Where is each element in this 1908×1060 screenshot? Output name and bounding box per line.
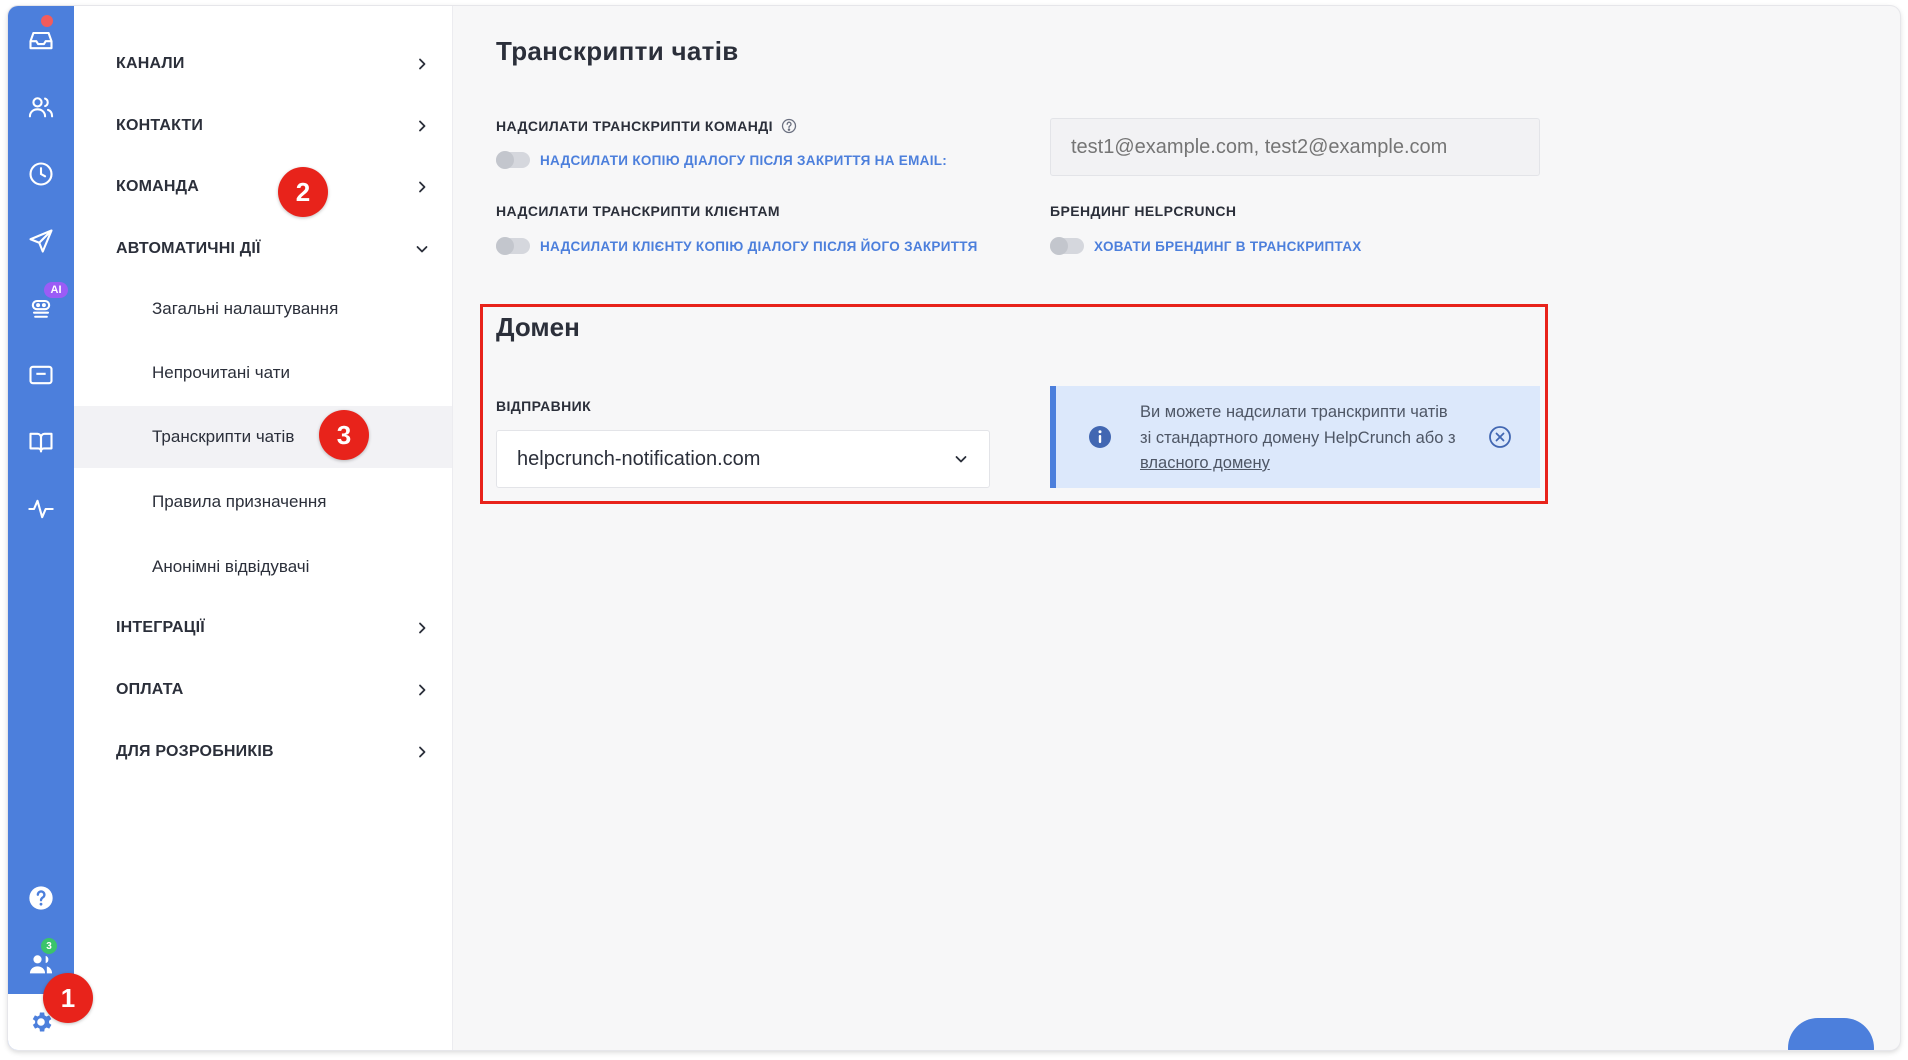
branding-toggle-label: ХОВАТИ БРЕНДИНГ В ТРАНСКРИПТАХ xyxy=(1094,238,1362,254)
team-icon xyxy=(29,955,53,974)
submenu-general[interactable]: Загальні налаштування xyxy=(74,278,452,340)
menu-label: ОПЛАТА xyxy=(116,681,184,698)
client-transcripts-toggle[interactable] xyxy=(496,237,530,255)
window-icon xyxy=(29,365,53,385)
inbox-icon xyxy=(29,31,53,50)
rail-knowledge-base[interactable] xyxy=(8,414,74,470)
menu-team[interactable]: КОМАНДА xyxy=(74,157,452,217)
step-marker-3: 3 xyxy=(319,410,369,460)
online-count-badge: 3 xyxy=(41,938,57,954)
menu-label: КОНТАКТИ xyxy=(116,117,204,134)
rail-campaigns[interactable] xyxy=(8,213,74,269)
menu-billing[interactable]: ОПЛАТА xyxy=(74,660,452,720)
menu-label: ІНТЕГРАЦІЇ xyxy=(116,619,205,636)
chevron-down-icon xyxy=(416,246,428,253)
settings-menu: КАНАЛИ КОНТАКТИ КОМАНДА АВТОМАТИЧНІ ДІЇ … xyxy=(74,6,453,1050)
team-transcripts-label-text: НАДСИЛАТИ ТРАНСКРИПТИ КОМАНДІ xyxy=(496,118,773,134)
team-emails-input[interactable] xyxy=(1050,118,1540,176)
menu-developers[interactable]: ДЛЯ РОЗРОБНИКІВ xyxy=(74,722,452,782)
rail-popups[interactable] xyxy=(8,347,74,403)
menu-label: КАНАЛИ xyxy=(116,55,185,72)
notification-dot xyxy=(41,15,53,27)
chevron-right-icon xyxy=(419,181,426,193)
clock-icon xyxy=(29,162,53,186)
client-transcripts-toggle-row: НАДСИЛАТИ КЛІЄНТУ КОПІЮ ДІАЛОГУ ПІСЛЯ ЙО… xyxy=(496,237,978,255)
menu-label: АВТОМАТИЧНІ ДІЇ xyxy=(116,240,261,257)
chevron-right-icon xyxy=(419,120,426,132)
chevron-right-icon xyxy=(419,746,426,758)
menu-automation[interactable]: АВТОМАТИЧНІ ДІЇ xyxy=(74,219,452,279)
client-transcripts-label: НАДСИЛАТИ ТРАНСКРИПТИ КЛІЄНТАМ xyxy=(496,203,780,219)
menu-contacts[interactable]: КОНТАКТИ xyxy=(74,96,452,156)
submenu-label: Анонімні відвідувачі xyxy=(152,557,310,576)
app-window: AI 3 КАНАЛИ КОНТАКТИ КОМАНДА АВТОМАТИЧНІ… xyxy=(8,6,1900,1050)
rail-activity[interactable] xyxy=(8,481,74,537)
rail-inbox[interactable] xyxy=(8,12,74,68)
submenu-label: Непрочитані чати xyxy=(152,363,290,382)
team-transcripts-toggle[interactable] xyxy=(496,151,530,169)
book-icon xyxy=(29,432,53,453)
team-transcripts-label: НАДСИЛАТИ ТРАНСКРИПТИ КОМАНДІ xyxy=(496,118,797,134)
menu-channels[interactable]: КАНАЛИ xyxy=(74,34,452,94)
chevron-right-icon xyxy=(419,684,426,696)
menu-label: КОМАНДА xyxy=(116,178,200,195)
chevron-right-icon xyxy=(419,58,426,70)
step-marker-2: 2 xyxy=(278,167,328,217)
branding-toggle-row: ХОВАТИ БРЕНДИНГ В ТРАНСКРИПТАХ xyxy=(1050,237,1362,255)
send-icon xyxy=(29,229,53,253)
help-icon xyxy=(29,886,53,910)
question-circle-icon[interactable] xyxy=(781,118,797,134)
submenu-transcripts[interactable]: Транскрипти чатів xyxy=(74,406,452,468)
rail-ai-bot[interactable]: AI xyxy=(8,280,74,336)
team-transcripts-toggle-label: НАДСИЛАТИ КОПІЮ ДІАЛОГУ ПІСЛЯ ЗАКРИТТЯ Н… xyxy=(540,152,948,168)
ai-badge: AI xyxy=(44,282,68,298)
menu-label: ДЛЯ РОЗРОБНИКІВ xyxy=(116,743,274,760)
rail-history[interactable] xyxy=(8,146,74,202)
client-transcripts-toggle-label: НАДСИЛАТИ КЛІЄНТУ КОПІЮ ДІАЛОГУ ПІСЛЯ ЙО… xyxy=(540,238,978,254)
page-title: Транскрипти чатів xyxy=(496,36,739,66)
main-content: Транскрипти чатів НАДСИЛАТИ ТРАНСКРИПТИ … xyxy=(452,6,1900,1050)
submenu-label: Правила призначення xyxy=(152,492,327,511)
rail-help[interactable] xyxy=(8,870,74,926)
submenu-anonymous[interactable]: Анонімні відвідувачі xyxy=(74,536,452,598)
menu-integrations[interactable]: ІНТЕГРАЦІЇ xyxy=(74,598,452,658)
icon-rail: AI 3 xyxy=(8,6,74,1050)
submenu-label: Загальні налаштування xyxy=(152,299,339,318)
chevron-right-icon xyxy=(419,622,426,634)
client-transcripts-label-text: НАДСИЛАТИ ТРАНСКРИПТИ КЛІЄНТАМ xyxy=(496,203,780,219)
submenu-assignment[interactable]: Правила призначення xyxy=(74,471,452,533)
domain-highlight-box xyxy=(480,304,1548,504)
submenu-unread[interactable]: Непрочитані чати xyxy=(74,342,452,404)
rail-contacts[interactable] xyxy=(8,79,74,135)
submenu-label: Транскрипти чатів xyxy=(152,427,295,446)
branding-label: БРЕНДИНГ HELPCRUNCH xyxy=(1050,203,1236,219)
team-transcripts-toggle-row: НАДСИЛАТИ КОПІЮ ДІАЛОГУ ПІСЛЯ ЗАКРИТТЯ Н… xyxy=(496,151,948,169)
users-icon xyxy=(28,97,54,118)
chat-widget-button[interactable] xyxy=(1788,1018,1874,1050)
pulse-icon xyxy=(28,499,54,519)
branding-toggle[interactable] xyxy=(1050,237,1084,255)
bot-icon xyxy=(31,299,51,318)
branding-label-text: БРЕНДИНГ HELPCRUNCH xyxy=(1050,203,1237,219)
step-marker-1: 1 xyxy=(43,973,93,1023)
